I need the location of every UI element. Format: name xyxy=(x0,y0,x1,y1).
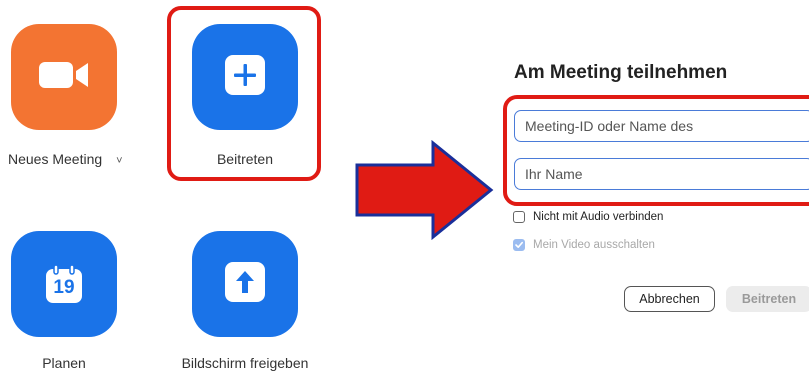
share-screen-button[interactable] xyxy=(192,231,298,337)
dialog-join-button: Beitreten xyxy=(726,286,809,312)
join-highlight-frame xyxy=(167,6,321,181)
calendar-icon: 19 xyxy=(44,263,84,305)
arrow-up-icon xyxy=(223,260,267,309)
zoom-screen: Neues Meeting ˅ Beitreten 19 Planen Bild… xyxy=(0,0,809,373)
calendar-day: 19 xyxy=(53,277,75,298)
video-off-option: Mein Video ausschalten xyxy=(513,239,655,251)
dialog-title: Am Meeting teilnehmen xyxy=(514,62,728,83)
share-screen-label[interactable]: Bildschirm freigeben xyxy=(162,355,328,371)
right-arrow-icon xyxy=(355,139,495,245)
checkmark-icon xyxy=(515,241,523,248)
chevron-down-icon[interactable]: ˅ xyxy=(116,155,122,167)
inputs-highlight-frame xyxy=(503,95,809,206)
no-audio-checkbox[interactable] xyxy=(513,211,525,223)
video-off-label: Mein Video ausschalten xyxy=(533,239,655,251)
new-meeting-label[interactable]: Neues Meeting ˅ xyxy=(8,151,123,167)
new-meeting-button[interactable] xyxy=(11,24,117,130)
schedule-button[interactable]: 19 xyxy=(11,231,117,337)
no-audio-label: Nicht mit Audio verbinden xyxy=(533,211,664,223)
video-off-checkbox xyxy=(513,239,525,251)
cancel-button[interactable]: Abbrechen xyxy=(624,286,715,312)
video-camera-icon xyxy=(37,59,91,96)
no-audio-option[interactable]: Nicht mit Audio verbinden xyxy=(513,211,663,223)
schedule-label[interactable]: Planen xyxy=(11,355,117,371)
